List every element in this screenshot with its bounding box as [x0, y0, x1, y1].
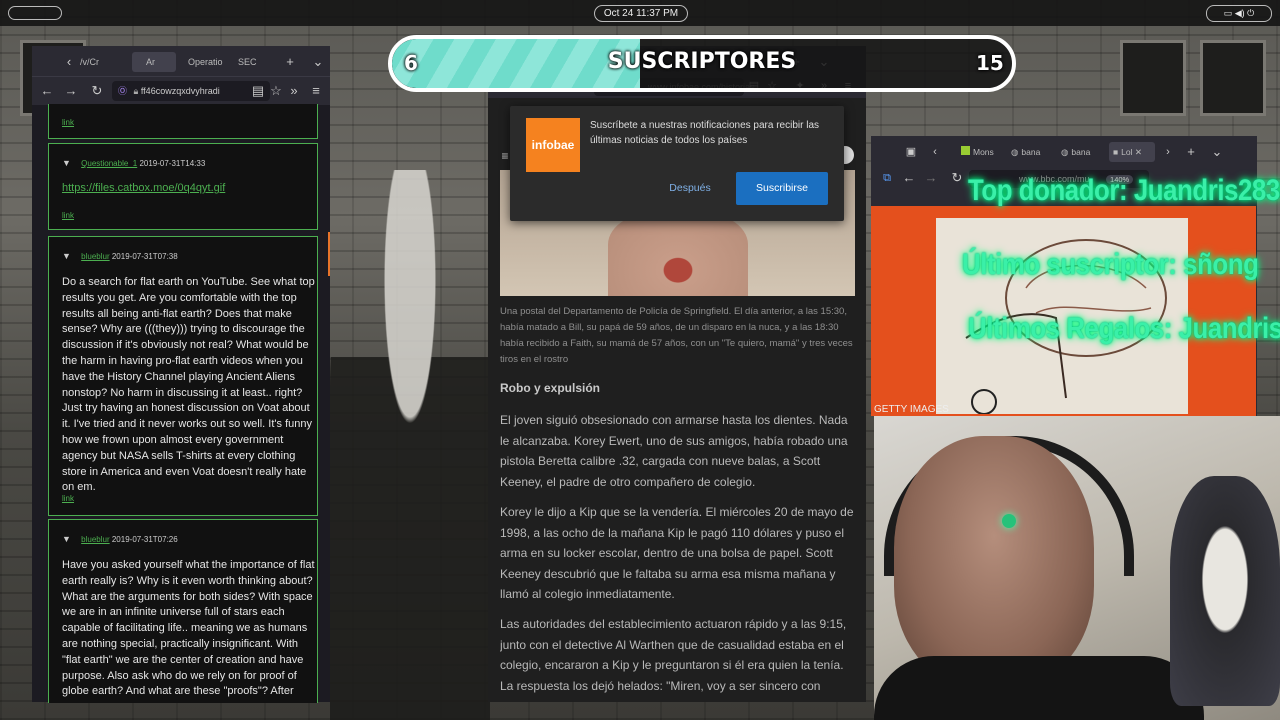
- post-username[interactable]: Questionable_1: [81, 159, 137, 168]
- google-icon: ◍: [1011, 147, 1019, 157]
- forward-icon[interactable]: →: [923, 168, 939, 188]
- star-icon[interactable]: ☆: [268, 81, 284, 101]
- post-date: 2019-07-31T07:26: [111, 535, 178, 544]
- post-meta: ▼ blueblur 2019-07-31T07:26: [62, 534, 178, 544]
- webcam-feed: [874, 416, 1280, 720]
- post-meta: ▼ Questionable_1 2019-07-31T14:33: [62, 158, 205, 168]
- photo-caption: Una postal del Departamento de Policía d…: [500, 306, 853, 365]
- tab-favicon-icon: [961, 146, 970, 155]
- back-icon[interactable]: ←: [901, 168, 917, 188]
- collapse-icon[interactable]: ▼: [62, 158, 71, 168]
- wallpaper-skull-figure: [330, 170, 490, 720]
- wallpaper-window: [1120, 40, 1186, 116]
- streamer-shirt: [874, 656, 1204, 720]
- jester-mask: [1170, 476, 1280, 706]
- subscriber-goal: 15: [976, 51, 1004, 75]
- forward-icon[interactable]: →: [62, 81, 80, 101]
- new-tab-icon[interactable]: +: [1183, 142, 1199, 162]
- tab-active[interactable]: Ar: [132, 52, 176, 72]
- tab-overview-icon[interactable]: ▣: [903, 142, 919, 162]
- post-body-link[interactable]: https://files.catbox.moe/0q4qyt.gif: [62, 182, 225, 194]
- post-date: 2019-07-31T14:33: [139, 159, 206, 168]
- popup-message: Suscríbete a nuestras notificaciones par…: [590, 120, 820, 146]
- article-paragraph: Las autoridades del establecimiento actu…: [500, 617, 847, 693]
- post-meta: ▼ blueblur 2019-07-31T07:38: [62, 251, 178, 261]
- menu-icon[interactable]: ≡: [308, 81, 324, 101]
- new-tab-icon[interactable]: +: [282, 52, 298, 72]
- tab-scroll-left-icon[interactable]: ‹: [927, 142, 943, 162]
- post-date: 2019-07-31T07:38: [111, 252, 178, 261]
- subscriber-goal-bar: 6 SUSCRIPTORES 15: [388, 35, 1016, 92]
- reader-icon[interactable]: ▤: [250, 81, 266, 101]
- tab-scroll-left-icon[interactable]: ‹: [62, 52, 76, 72]
- thread-post: ▼ blueblur 2019-07-31T07:38 Do a search …: [48, 236, 318, 516]
- image-credit: GETTY IMAGES: [874, 404, 949, 415]
- tab-active[interactable]: ■ Lol ✕: [1109, 142, 1155, 162]
- notification-popup: infobae Suscríbete a nuestras notificaci…: [510, 106, 844, 221]
- subscribe-button[interactable]: Suscribirse: [736, 172, 828, 205]
- tab-monster[interactable]: Mons: [961, 142, 1005, 162]
- thread-post: ▼ blueblur 2019-07-31T07:26 Have you ask…: [48, 519, 318, 703]
- top-donor-text: Top donador: Juandris2830: [968, 174, 1280, 207]
- infobae-logo: infobae: [526, 118, 580, 172]
- thread-post: link: [48, 104, 318, 139]
- photo-face: [608, 210, 748, 296]
- google-icon: ◍: [1061, 147, 1069, 157]
- url-bar[interactable]: Ⓞ 🔒︎ ff46cowzqxdvyhradi: [112, 81, 270, 101]
- post-username[interactable]: blueblur: [81, 252, 109, 261]
- sidebar-icon[interactable]: ⧉: [879, 168, 895, 188]
- system-clock[interactable]: Oct 24 11:37 PM: [594, 5, 688, 22]
- chevron-down-icon[interactable]: ⌄: [1209, 142, 1225, 162]
- thread-post: ▼ Questionable_1 2019-07-31T14:33 https:…: [48, 143, 318, 230]
- tab-scroll-right-icon[interactable]: ›: [1161, 142, 1175, 162]
- last-subscriber-text: Último suscriptor: sñong: [962, 248, 1259, 281]
- last-gifts-text: Últimos Regalos: Juandris2830: [968, 312, 1280, 345]
- section-heading: Robo y expulsión: [500, 381, 601, 395]
- post-link[interactable]: link: [62, 211, 74, 220]
- system-tray[interactable]: ▭ ◀) ⏻: [1206, 5, 1272, 22]
- tab-sec[interactable]: SEC: [238, 52, 262, 72]
- later-button[interactable]: Después: [660, 176, 720, 200]
- tab-operation[interactable]: Operatio: [188, 52, 228, 72]
- article-paragraph: El joven siguió obsesionado con armarse …: [500, 413, 848, 489]
- bbc-icon: ■: [1113, 147, 1119, 157]
- glowing-eye: [1002, 514, 1016, 528]
- scrollbar-thumb[interactable]: [328, 232, 330, 276]
- tor-icon: Ⓞ: [118, 86, 128, 96]
- lock-icon: 🔒︎: [133, 86, 139, 96]
- wallpaper-window: [1200, 40, 1266, 116]
- collapse-icon[interactable]: ▼: [62, 534, 71, 544]
- post-body: Have you asked yourself what the importa…: [62, 559, 315, 698]
- tab-bar: ‹ /v/Cr Ar Operatio SEC + ⌄: [32, 46, 330, 76]
- tab-bana-1[interactable]: ◍ bana: [1011, 142, 1055, 162]
- reload-icon[interactable]: ↻: [949, 168, 965, 188]
- overflow-icon[interactable]: »: [286, 81, 302, 101]
- nav-bar: ← → ↻ Ⓞ 🔒︎ ff46cowzqxdvyhradi ▤ ☆ » ≡: [32, 76, 330, 105]
- post-username[interactable]: blueblur: [81, 535, 109, 544]
- url-text: ff46cowzqxdvyhradi: [140, 86, 220, 96]
- chevron-down-icon[interactable]: ⌄: [310, 52, 326, 72]
- left-browser-window: ‹ /v/Cr Ar Operatio SEC + ⌄ ← → ↻ Ⓞ 🔒︎ f…: [32, 46, 330, 703]
- activities-button[interactable]: [8, 6, 62, 20]
- post-link[interactable]: link: [62, 118, 74, 127]
- tab-bana-2[interactable]: ◍ bana: [1061, 142, 1105, 162]
- reload-icon[interactable]: ↻: [88, 81, 106, 101]
- post-body: Do a search for flat earth on YouTube. S…: [62, 276, 315, 494]
- post-link[interactable]: link: [62, 494, 74, 503]
- tab-voat[interactable]: /v/Cr: [80, 52, 122, 72]
- streamer-mask: [894, 436, 1094, 686]
- article-paragraph: Korey le dijo a Kip que se la vendería. …: [500, 505, 854, 601]
- collapse-icon[interactable]: ▼: [62, 251, 71, 261]
- subscriber-label: SUSCRIPTORES: [607, 49, 797, 74]
- back-icon[interactable]: ←: [38, 81, 56, 101]
